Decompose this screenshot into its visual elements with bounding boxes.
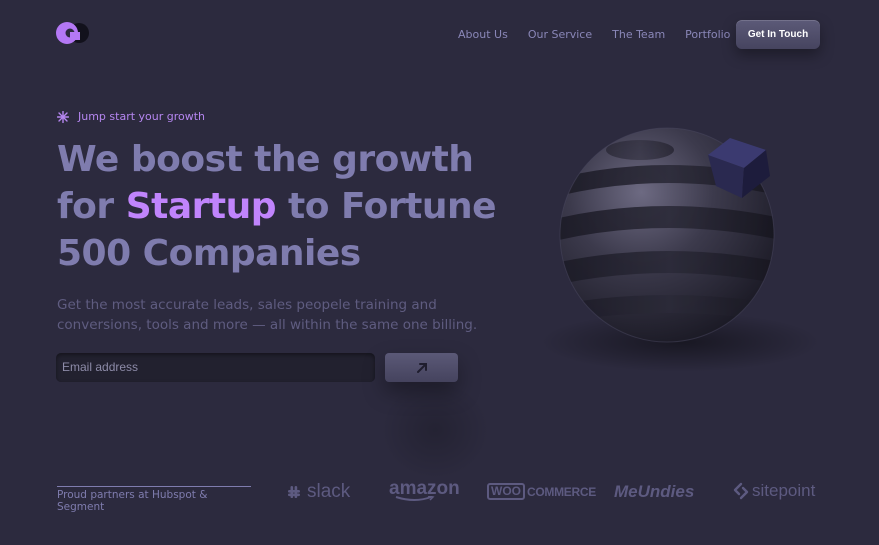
submit-button[interactable]	[385, 353, 458, 382]
nav-our-service[interactable]: Our Service	[528, 28, 592, 42]
landing-page: About Us Our Service The Team Portfolio …	[0, 0, 879, 545]
headline-line-3: 500 Companies	[57, 233, 361, 274]
amazon-logo: amazon	[389, 478, 460, 501]
amazon-smile-icon	[395, 496, 435, 501]
arrow-up-right-icon	[416, 362, 427, 373]
sitepoint-text: sitepoint	[752, 481, 816, 500]
headline-line-1: We boost the growth	[57, 139, 474, 180]
nav-portfolio[interactable]: Portfolio	[685, 28, 730, 42]
hero-subtext: Get the most accurate leads, sales peope…	[57, 297, 478, 333]
eyebrow-text: Jump start your growth	[78, 110, 206, 123]
submit-shadow	[380, 380, 490, 480]
sitepoint-logo: sitepoint	[733, 481, 815, 501]
email-input[interactable]	[56, 353, 375, 382]
meundies-logo: MeUndies	[614, 482, 695, 501]
commerce-text: COMMERCE	[527, 484, 596, 499]
hero-headline: We boost the growth for Startup to Fortu…	[57, 136, 527, 277]
slack-text: slack	[307, 481, 351, 502]
main-nav: About Us Our Service The Team Portfolio	[458, 28, 750, 42]
woo-text: WOO	[487, 483, 525, 500]
sitepoint-icon	[733, 482, 749, 500]
nav-about-us[interactable]: About Us	[458, 28, 508, 42]
woocommerce-logo: WOO COMMERCE	[487, 483, 596, 500]
headline-for: for	[57, 186, 126, 227]
get-in-touch-button[interactable]: Get In Touch	[736, 20, 820, 49]
slack-logo: slack	[285, 481, 350, 503]
sphere-illustration	[540, 127, 820, 372]
hero-eyebrow: Jump start your growth	[57, 110, 205, 123]
nav-the-team[interactable]: The Team	[612, 28, 665, 42]
sparkle-icon	[57, 110, 69, 123]
brand-logo[interactable]	[56, 21, 90, 45]
partners-label: Proud partners at Hubspot & Segment	[57, 486, 251, 513]
headline-after-accent: to Fortune	[275, 186, 496, 227]
headline-accent: Startup	[125, 186, 277, 227]
slack-icon	[288, 486, 300, 498]
